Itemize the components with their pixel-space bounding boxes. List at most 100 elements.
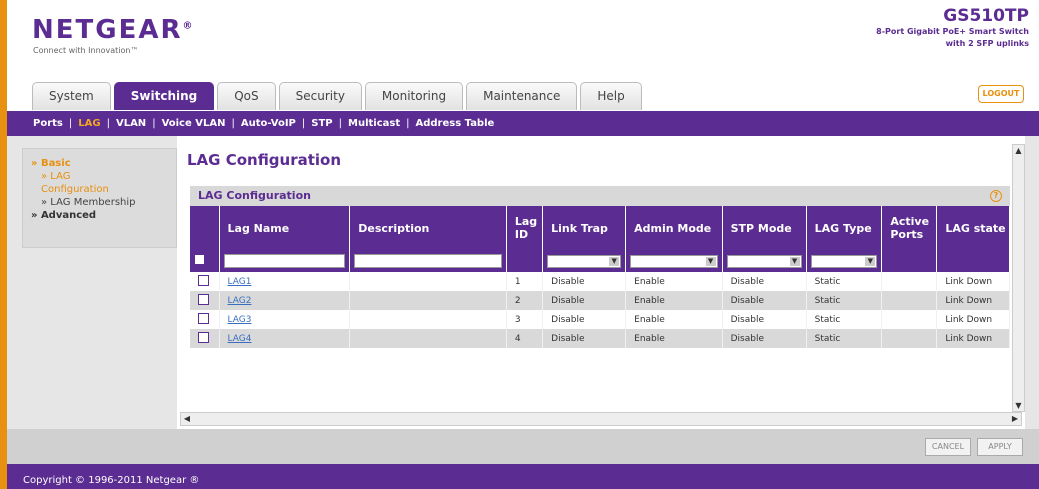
vertical-scrollbar[interactable]: ▲ ▼ [1012,144,1025,412]
tab-qos[interactable]: QoS [217,82,276,110]
admin-mode-select[interactable]: ▼ [630,254,718,268]
active-ports-cell [881,272,938,291]
active-ports-cell [881,291,938,310]
tab-security[interactable]: Security [278,82,362,110]
lag-id-cell: 2 [506,291,544,310]
left-frame-bar [0,0,7,489]
stp-mode-cell: Disable [722,329,807,348]
tagline: Connect with Innovation™ [33,46,139,55]
lag-state-cell: Link Down [936,310,1010,329]
tab-monitoring[interactable]: Monitoring [364,82,464,110]
stp-mode-cell: Disable [722,310,807,329]
subnav-auto-voip[interactable]: Auto-VoIP [241,118,296,129]
active-ports-cell [881,310,938,329]
lag-name-link[interactable]: LAG3 [228,315,252,325]
lag-name-cell: LAG1 [219,272,351,291]
sidebar-lag-config-line1: » LAG [41,171,71,182]
subnav-ports[interactable]: Ports [33,118,63,129]
tab-maintenance[interactable]: Maintenance [466,82,578,110]
scroll-up-icon[interactable]: ▲ [1013,145,1024,156]
col-lag-state: LAG state [936,206,1010,250]
description-cell [349,329,507,348]
col-stp-mode: STP Mode [722,206,807,250]
horizontal-scrollbar[interactable]: ◀ ▶ [180,412,1022,426]
subnav-vlan[interactable]: VLAN [116,118,146,129]
col-lag-type: LAG Type [806,206,883,250]
chevron-down-icon: ▼ [789,256,800,266]
lag-type-cell: Static [806,329,883,348]
panel-header: LAG Configuration ? [190,186,1010,206]
subnav-multicast[interactable]: Multicast [348,118,400,129]
row-checkbox[interactable] [198,274,209,286]
lag-name-link[interactable]: LAG1 [228,277,252,287]
netgear-logo: NETGEAR® [32,15,195,45]
link-trap-select[interactable]: ▼ [547,254,622,268]
tab-switching[interactable]: Switching [113,82,215,110]
subnav-stp[interactable]: STP [311,118,332,129]
select-all-checkbox[interactable] [194,254,205,265]
model-name: GS510TP [943,6,1029,26]
description-cell [349,310,507,329]
row-checkbox[interactable] [198,331,209,343]
lag-config-panel: LAG Configuration ? Lag Name Description… [190,186,1010,356]
description-input[interactable] [354,253,502,268]
stp-mode-cell: Disable [722,291,807,310]
subnav-address-table[interactable]: Address Table [416,118,495,129]
lag-id-cell: 3 [506,310,544,329]
row-checkbox-cell [190,272,220,291]
lag-state-cell: Link Down [936,329,1010,348]
lag-name-link[interactable]: LAG4 [228,334,252,344]
help-icon[interactable]: ? [990,190,1002,202]
stp-mode-select[interactable]: ▼ [726,254,802,268]
tab-system[interactable]: System [32,82,111,110]
row-checkbox-cell [190,329,220,348]
lag-state-cell: Link Down [936,272,1010,291]
sidebar-item-advanced[interactable]: » Advanced [31,209,168,222]
page-title: LAG Configuration [187,151,342,169]
panel-title: LAG Configuration [198,189,311,202]
apply-button[interactable]: APPLY [977,438,1023,456]
sidebar-item-lag-configuration[interactable]: » LAG Configuration [31,170,168,196]
row-checkbox-cell [190,310,220,329]
lag-name-cell: LAG2 [219,291,351,310]
subnav-lag[interactable]: LAG [78,118,100,129]
model-desc-line1: 8-Port Gigabit PoE+ Smart Switch [876,27,1029,36]
row-checkbox[interactable] [198,312,209,324]
lag-name-link[interactable]: LAG2 [228,296,252,306]
tab-help[interactable]: Help [580,82,642,110]
row-checkbox[interactable] [198,293,209,305]
table-row: LAG2 2 Disable Enable Disable Static Lin… [190,291,1010,310]
lag-name-input[interactable] [223,253,346,268]
scroll-left-icon[interactable]: ◀ [181,413,193,425]
link-trap-cell: Disable [542,291,627,310]
col-admin-mode: Admin Mode [625,206,723,250]
col-lag-id: Lag ID [506,206,544,250]
stp-mode-select-cell: ▼ [722,250,807,272]
lag-id-cell: 1 [506,272,544,291]
link-trap-cell: Disable [542,272,627,291]
admin-mode-cell: Enable [625,291,723,310]
scroll-down-icon[interactable]: ▼ [1013,400,1024,411]
link-trap-select-cell: ▼ [542,250,627,272]
header: NETGEAR® Connect with Innovation™ GS510T… [7,0,1039,118]
lag-type-select[interactable]: ▼ [810,254,878,268]
lag-name-cell: LAG3 [219,310,351,329]
col-lag-name: Lag Name [219,206,351,250]
table-row: LAG4 4 Disable Enable Disable Static Lin… [190,329,1010,348]
lag-name-cell: LAG4 [219,329,351,348]
admin-mode-cell: Enable [625,329,723,348]
row-checkbox-cell [190,291,220,310]
subnav-voice-vlan[interactable]: Voice VLAN [162,118,226,129]
logo-text: NETGEAR [32,15,183,45]
lag-type-select-cell: ▼ [806,250,883,272]
lag-type-cell: Static [806,272,883,291]
chevron-down-icon: ▼ [865,256,876,266]
admin-mode-cell: Enable [625,310,723,329]
sidebar-item-lag-membership[interactable]: » LAG Membership [31,196,168,209]
link-trap-cell: Disable [542,310,627,329]
logout-button[interactable]: LOGOUT [978,85,1024,103]
sidebar-item-basic[interactable]: » Basic [31,157,168,170]
select-all-cell [190,250,220,272]
scroll-right-icon[interactable]: ▶ [1009,413,1021,425]
cancel-button[interactable]: CANCEL [925,438,971,456]
